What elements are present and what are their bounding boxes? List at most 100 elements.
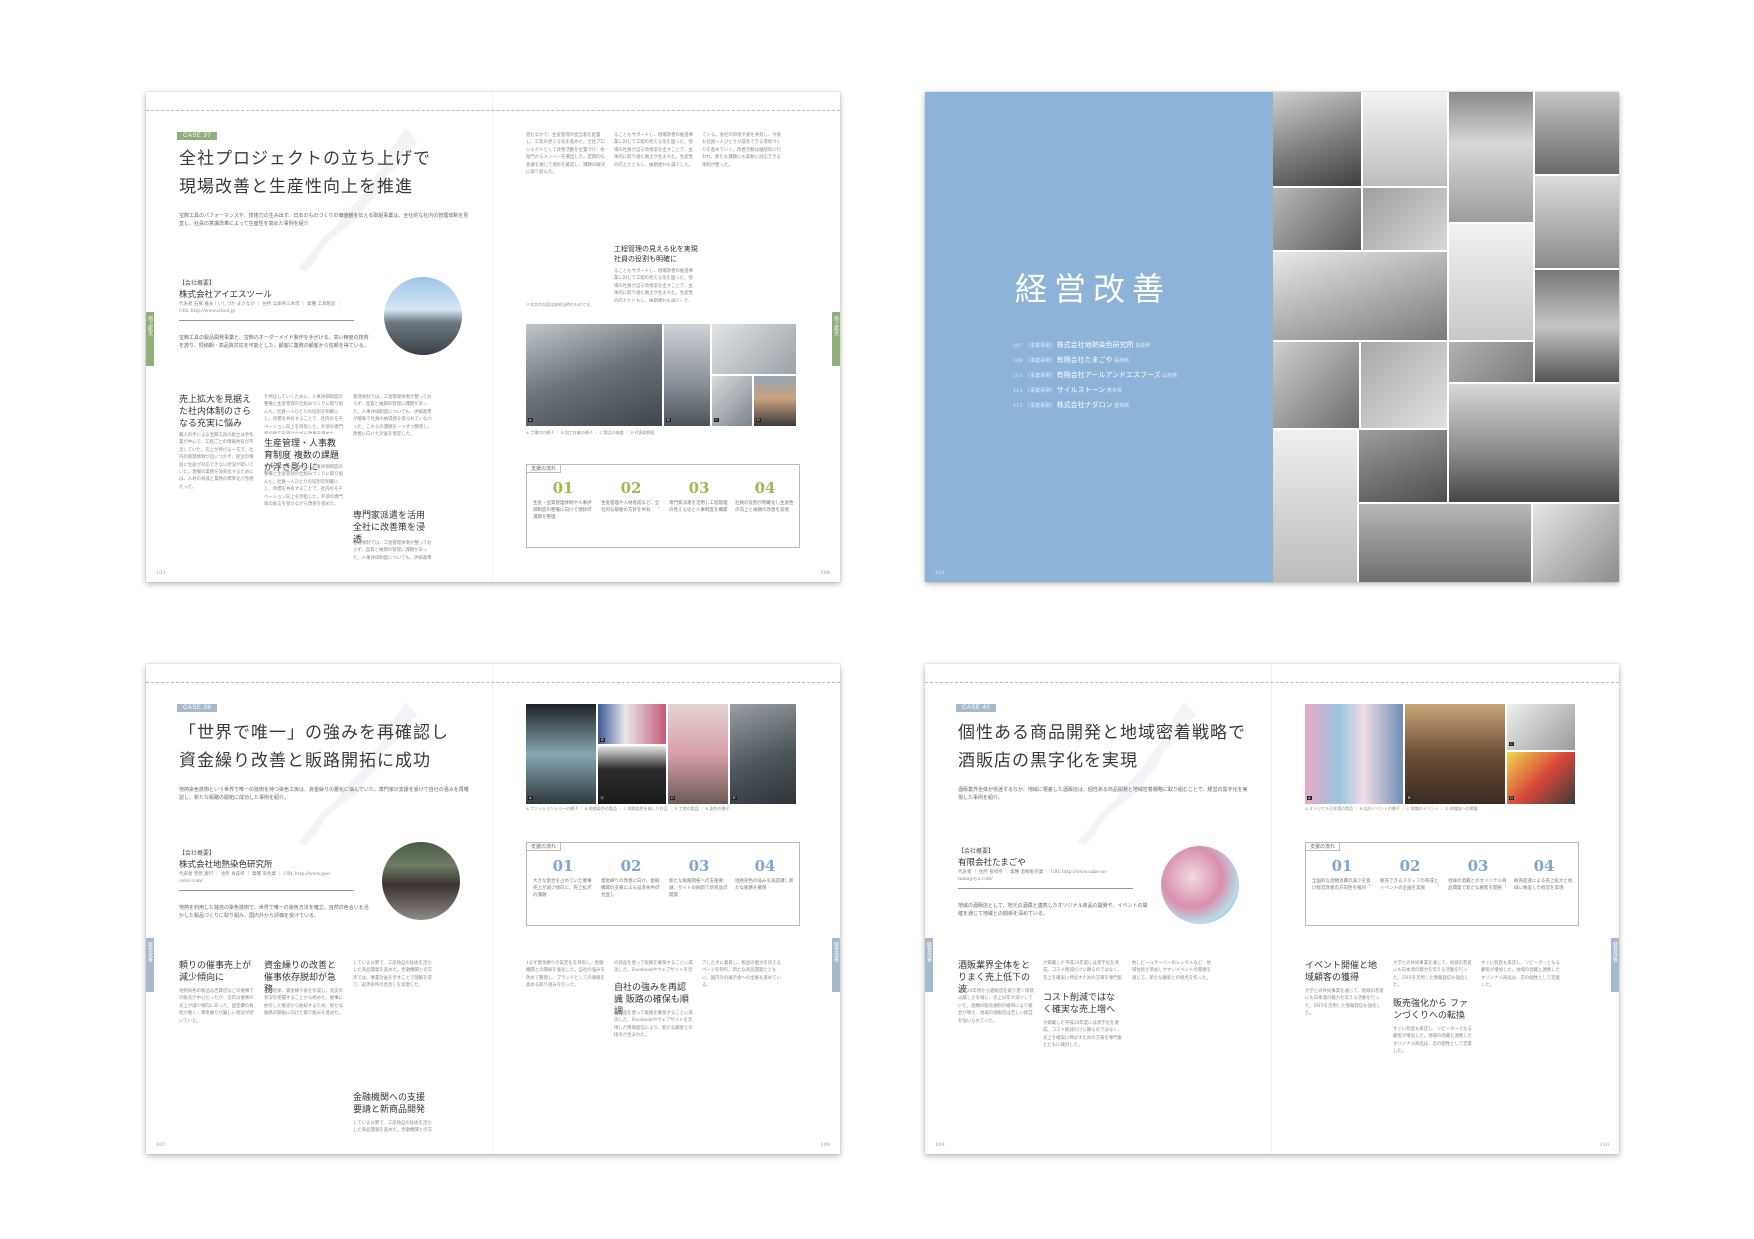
- flow-step-text: 地熱染色の強みを再認識し新たな販路を確保: [735, 879, 794, 891]
- body-column-b: が掲載した平成28年度には黒字化を達成。コスト削減だけに頼るのではなく、売上を確…: [1043, 961, 1123, 980]
- side-tab-left: 経営改善: [146, 938, 154, 992]
- body-column-f: ている。会社の目指す姿を共有し、今後も社員一人ひとりが成長できる環境づくりを進め…: [702, 133, 782, 168]
- photo-tag-a: A: [1307, 796, 1312, 800]
- photo-tag-e: E: [732, 796, 737, 800]
- body-column-a: 地熱染色の製品は百貨店などの催事での販売が中心だったが、近年は催事の売上が減少傾…: [179, 989, 254, 1024]
- body-column-e2: の商品を使って販路を確保することに成功した。Facebookやウェブサイトを活用…: [614, 1011, 693, 1039]
- case-badge: CASE 40: [956, 704, 997, 712]
- body-column-c2: 管理体制では、工程管理体制が整っておらず、品質と納期の管理に課題があった。人事評…: [353, 541, 432, 560]
- side-tab-right: 経営改善: [832, 938, 840, 992]
- flow-step-text: 販売できるスタッフの育成とイベントの企画を実施: [1380, 879, 1439, 891]
- support-flow-label: 支援の流れ: [526, 464, 562, 473]
- support-flow-label: 支援の流れ: [526, 842, 562, 851]
- mosaic-photo: [1273, 188, 1361, 250]
- tote-bag-photo: [598, 746, 666, 804]
- flow-arrow: ›: [1368, 881, 1372, 890]
- mosaic-photo: [1535, 176, 1619, 268]
- photo-tag-a: A: [528, 796, 533, 800]
- mosaic-photo: [1363, 92, 1447, 186]
- flow-step-text: 大きな割合を占めていた催事売上が減少傾向に、売上拡大の課題: [533, 879, 592, 898]
- flow-step-number: 01: [1331, 857, 1353, 875]
- company-label: 【会社概要】: [179, 850, 216, 857]
- flow-step-number: 03: [688, 857, 710, 875]
- top-dotted-rule: [146, 682, 840, 683]
- flow-arrow: ›: [1504, 881, 1508, 890]
- body-column-d2: 大学との共同事業を通じて、地域の若者にも日本酒の魅力を伝える活動を行った。SNS…: [1393, 961, 1472, 989]
- case-title-line-1: 全社プロジェクトの立ち上げで: [179, 149, 431, 169]
- section-heading-c: イベント開催と地域顧客の獲得: [1305, 961, 1378, 983]
- fashion-show-photo: [526, 704, 596, 804]
- section-heading-a: 頼りの催事売上が減少傾向に: [179, 961, 252, 983]
- flow-step-3: 03 地域の酒蔵とのオリジナル商品開発で新たな顧客を開拓: [1448, 857, 1508, 892]
- side-tab-left: 売上拡大: [146, 312, 154, 366]
- local-event-photo: [1507, 704, 1575, 750]
- flow-step-text: 全国的な酒類消費の減少を受け経営改善の方向性を検討: [1312, 879, 1371, 891]
- page-fold: [1271, 664, 1272, 1154]
- case-list: 107 ［事業事例］ 株式会社地熱染色研究所 青森県 109 ［事業事例］ 有限…: [1013, 338, 1177, 413]
- flow-step-text: 地域の酒蔵とのオリジナル商品開発で新たな顧客を開拓: [1448, 879, 1507, 891]
- mosaic-photo: [1273, 430, 1357, 582]
- section-heading-b: コスト削減ではなく確実な売上増へ: [1043, 993, 1116, 1015]
- flow-step-4: 04 地熱染色の強みを再認識し新たな販路を確保: [735, 857, 795, 892]
- section-heading-c: 金融機関への支援要請と新商品開発: [353, 1093, 426, 1115]
- photo-tag-c: C: [714, 418, 719, 422]
- case-list-item: 107 ［事業事例］ 株式会社地熱染色研究所 青森県: [1013, 341, 1151, 349]
- flow-step-number: 04: [754, 857, 776, 875]
- body-column-c: 他しビールサーバーのレンタルなど、地域住民が参加しやすいイベントの開催を通じて、…: [1132, 961, 1211, 981]
- photo-collage: A B C D E: [526, 704, 796, 804]
- body-column-d: 進むなかで、生産管理の担当者を配置し、工程の見える化を進めた。全社プロジェクトと…: [526, 133, 606, 176]
- flow-arrow: ›: [589, 881, 593, 890]
- case-list-item: 115 ［事業事例］ 株式会社ナダロン 愛知県: [1013, 401, 1130, 409]
- body-column-a: 職人の手による宝飾工具の組立は手作業が中心で、工程ごとの情報共有が不足していた。…: [179, 433, 254, 490]
- company-label: 【会社概要】: [958, 848, 995, 855]
- support-flow-box: 支援の流れ 01 大きな割合を占めていた催事売上が減少傾向に、売上拡大の課題 ›…: [526, 842, 800, 926]
- page-fold: [492, 92, 493, 582]
- mosaic-photo: [1449, 342, 1533, 382]
- case-list-item: 113 ［事業事例］ サイルストーン 熊本県: [1013, 386, 1122, 394]
- flow-arrow: ›: [1436, 881, 1440, 890]
- flow-step-number: 02: [620, 857, 642, 875]
- flow-step-text: 新たな販路開拓への支援要請、サイトの刷新で新商品の開発: [669, 879, 728, 898]
- photo-tag-d: D: [1509, 796, 1514, 800]
- mosaic-photo: [1273, 252, 1447, 340]
- mosaic-photo: [1359, 430, 1447, 502]
- flow-step-1: 01 生産・品質管理体制や人事評価制度の整備に向けて現状の課題を整理: [533, 479, 593, 521]
- flow-step-1: 01 全国的な酒類消費の減少を受け経営改善の方向性を検討: [1312, 857, 1372, 892]
- business-description: 宝飾工具の製品開発事業と、宝飾のオーダーメイド製作を手がける。高い精度の技術を誇…: [179, 335, 369, 349]
- photo-caption: A 工場内の様子 ｜ B 加工作業の様子 ｜ C 製品の検査 ｜ D 代表取締役: [526, 430, 655, 435]
- body-column-d: 大学との共同事業を通じて、地域の若者にも日本酒の魅力を伝える活動を行った。SNS…: [1305, 989, 1384, 1017]
- event-photo: [1405, 704, 1505, 804]
- mosaic-photo: [1449, 224, 1533, 340]
- case-title-line-1: 個性ある商品開発と地域密着戦略で: [958, 723, 1246, 743]
- company-info: 【会社概要】 株式会社アイエスツール 代表者 石塚 雅永 / いしづか まさなが…: [179, 278, 349, 315]
- flow-step-number: 02: [1399, 857, 1421, 875]
- side-tab-left: 経営改善: [925, 938, 933, 992]
- mosaic-photo: [1273, 92, 1361, 186]
- business-description: 地熱を利用した独自の染色技術で、世界で唯一の染色方法を確立。自然の色合いを活かし…: [179, 905, 369, 919]
- top-dotted-rule: [146, 110, 840, 111]
- lead-text: 地熱染色技術という世界で唯一の技術を持つ染色工房は、資金繰りの悪化に悩んでいた。…: [179, 787, 469, 801]
- flow-step-number: 01: [552, 479, 574, 497]
- section-heading-d: 販売強化から ファンづくりへの転換: [1393, 999, 1468, 1021]
- flow-step-2: 02 資金繰りの改善に向け、金融機関の支援による返済条件の見直し: [601, 857, 661, 899]
- flow-step-3: 03 新たな販路開拓への支援要請、サイトの刷新で新商品の開発: [669, 857, 729, 899]
- photo-tag-b: B: [600, 738, 605, 742]
- page-number-left: 109: [935, 1142, 945, 1148]
- company-building-photo: [382, 842, 460, 920]
- company-name: 有限会社たまごや: [958, 858, 1026, 868]
- support-flow-label: 支援の流れ: [1305, 842, 1341, 851]
- mosaic-photo: [1535, 92, 1619, 174]
- flow-step-number: 01: [552, 857, 574, 875]
- flow-step-text: 資金繰りの改善に向け、金融機関の支援による返済条件の見直し: [601, 879, 660, 898]
- magazine-photo: [1507, 752, 1575, 804]
- mosaic-photo: [1273, 342, 1359, 428]
- photo-tag-b: B: [666, 418, 671, 422]
- body-column-d: 1まず資金繰りの安定化を目指し、金融機関との関係を強化した。自社の強みを改めて整…: [526, 961, 605, 989]
- mosaic-photo: [1449, 92, 1533, 222]
- business-description: 地域の酒販店として、地元の酒蔵と連携したオリジナル商品の開発や、イベントの開催を…: [958, 903, 1148, 917]
- photo-collage: A B C D: [526, 324, 796, 426]
- photo-caption: A オリジナル日本酒の商品 ｜ B 店内イベントの様子 ｜ C 地域のイベント …: [1305, 806, 1478, 811]
- mosaic-photo: [1359, 504, 1531, 582]
- body-column-e: すぐに何度も来店し、リピーターとなる顧客が増加した。地域の酒蔵と連携したオリジナ…: [1393, 1027, 1473, 1055]
- flow-step-text: 生産・品質管理体制や人事評価制度の整備に向けて現状の課題を整理: [533, 501, 592, 520]
